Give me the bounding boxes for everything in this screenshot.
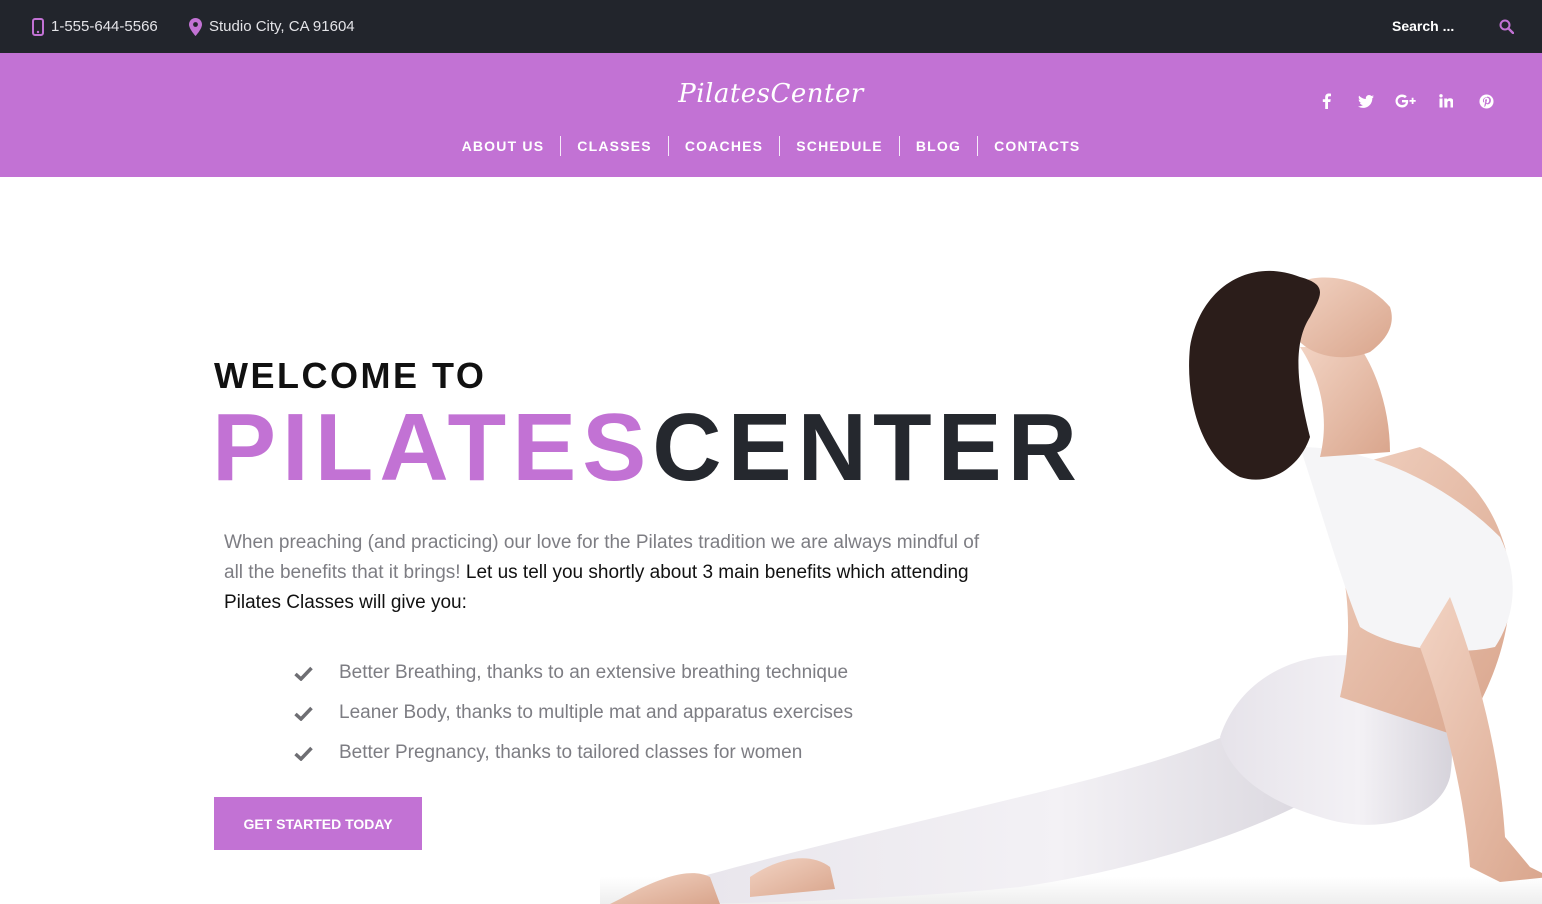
- list-item: Better Breathing, thanks to an extensive…: [294, 653, 853, 693]
- benefit-text: Better Breathing, thanks to an extensive…: [339, 662, 849, 683]
- search-icon[interactable]: [1499, 19, 1514, 34]
- checkmark-icon: [294, 666, 339, 681]
- benefit-text: Leaner Body, thanks to multiple mat and …: [339, 702, 853, 723]
- hero-title: PILATESCENTER: [212, 393, 1083, 503]
- address-contact: Studio City, CA 91604: [189, 0, 355, 53]
- google-plus-icon[interactable]: [1386, 94, 1426, 108]
- checkmark-icon: [294, 746, 339, 761]
- nav-coaches[interactable]: COACHES: [669, 136, 779, 156]
- search-box: [1392, 13, 1514, 39]
- list-item: Leaner Body, thanks to multiple mat and …: [294, 693, 853, 733]
- hero-title-pilates: PILATES: [212, 394, 653, 501]
- facebook-icon[interactable]: [1306, 93, 1346, 109]
- phone-contact[interactable]: 1-555-644-5566: [32, 0, 158, 53]
- list-item: Better Pregnancy, thanks to tailored cla…: [294, 733, 853, 773]
- hero-intro-paragraph: When preaching (and practicing) our love…: [224, 528, 999, 618]
- site-header: PilatesCenter ABOUT US CLASSES COACHES S…: [0, 53, 1542, 177]
- hero-title-center: CENTER: [652, 394, 1083, 501]
- nav-blog[interactable]: BLOG: [900, 136, 977, 156]
- twitter-icon[interactable]: [1346, 94, 1386, 108]
- nav-schedule[interactable]: SCHEDULE: [780, 136, 899, 156]
- nav-classes[interactable]: CLASSES: [561, 136, 668, 156]
- map-pin-icon: [189, 17, 202, 36]
- social-links: [1306, 93, 1506, 109]
- phone-number: 1-555-644-5566: [51, 18, 158, 35]
- checkmark-icon: [294, 706, 339, 721]
- pinterest-icon[interactable]: [1466, 93, 1506, 109]
- search-input[interactable]: [1392, 18, 1482, 34]
- benefits-list: Better Breathing, thanks to an extensive…: [294, 653, 853, 773]
- address-text: Studio City, CA 91604: [209, 18, 355, 35]
- nav-contacts[interactable]: CONTACTS: [978, 136, 1096, 156]
- phone-icon: [32, 17, 44, 36]
- benefit-text: Better Pregnancy, thanks to tailored cla…: [339, 742, 803, 763]
- top-bar: 1-555-644-5566 Studio City, CA 91604: [0, 0, 1542, 53]
- hero-welcome-heading: WELCOME TO: [214, 355, 487, 396]
- get-started-button[interactable]: GET STARTED TODAY: [214, 797, 422, 850]
- main-nav: ABOUT US CLASSES COACHES SCHEDULE BLOG C…: [0, 136, 1542, 156]
- linkedin-icon[interactable]: [1426, 94, 1466, 108]
- nav-about-us[interactable]: ABOUT US: [446, 136, 561, 156]
